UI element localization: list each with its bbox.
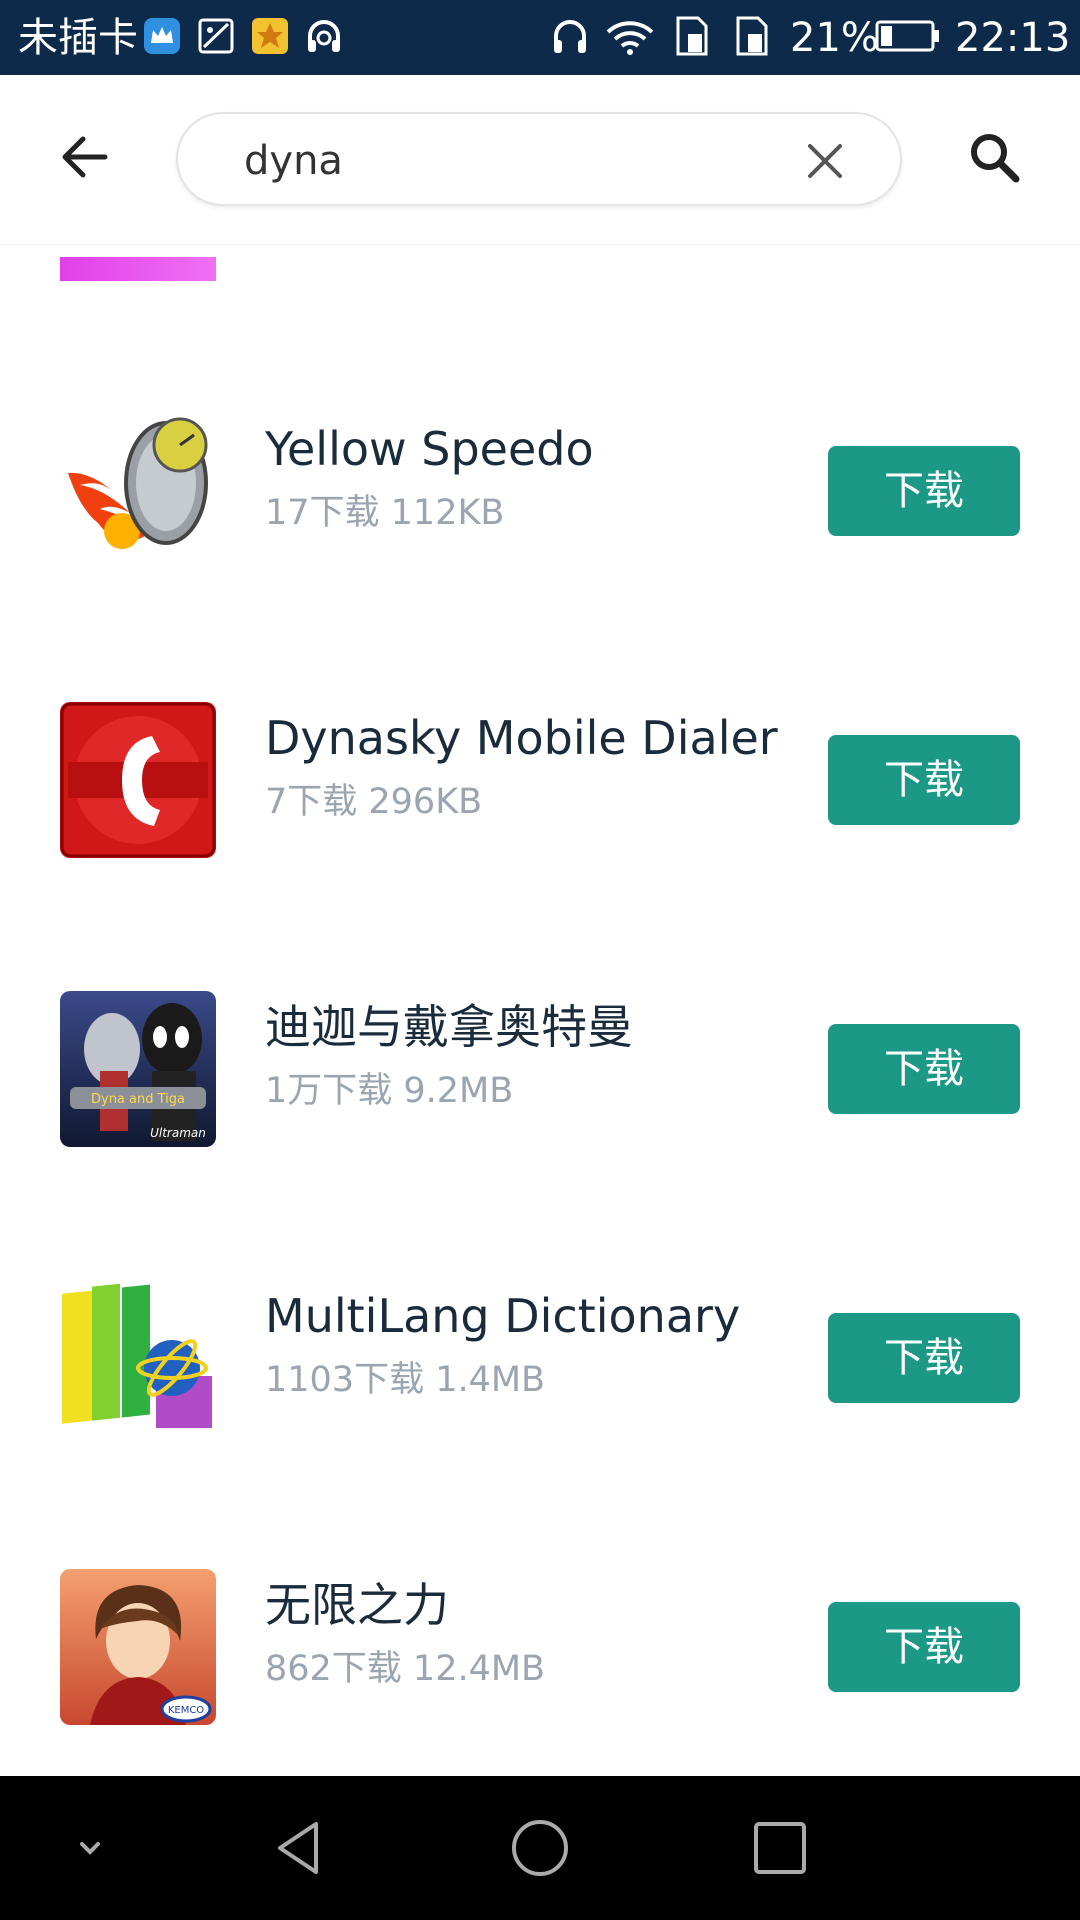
books-globe-icon xyxy=(62,1283,212,1428)
speedometer-flame-icon xyxy=(68,417,208,549)
star-badge-icon xyxy=(252,18,288,54)
music-headset-icon xyxy=(308,20,340,52)
anime-hero-icon: KEMCO xyxy=(60,1569,216,1725)
search-box xyxy=(176,112,902,206)
dyna-tiga-logo-text: Dyna and Tiga xyxy=(91,1092,185,1107)
download-button[interactable]: 下载 xyxy=(828,735,1020,825)
kemco-logo-text: KEMCO xyxy=(168,1705,204,1716)
ultraman-logo-text: Ultraman xyxy=(150,1126,206,1140)
app-name: 无限之力 xyxy=(265,1578,449,1632)
status-bar: 未插卡 21% 22:13 xyxy=(0,0,1080,75)
battery-icon xyxy=(875,20,939,52)
app-name: Dynasky Mobile Dialer xyxy=(265,711,778,765)
chevron-down-icon[interactable] xyxy=(58,1816,122,1880)
download-button[interactable]: 下载 xyxy=(828,1313,1020,1403)
search-input[interactable] xyxy=(244,136,804,186)
battery-percent: 21% xyxy=(790,15,879,61)
back-triangle-icon[interactable] xyxy=(268,1816,332,1880)
app-meta: 1万下载 9.2MB xyxy=(265,1071,514,1111)
search-header xyxy=(0,75,1080,245)
headphones-icon xyxy=(554,20,586,53)
carrier-label: 未插卡 xyxy=(18,15,138,61)
partial-app-icon[interactable] xyxy=(60,257,216,281)
search-results-list: Yellow Speedo 17下载 112KB 下载 Dynasky Mobi… xyxy=(0,245,1080,1775)
list-item[interactable]: Dyna and Tiga Ultraman 迪迦与戴拿奥特曼 1万下载 9.2… xyxy=(0,991,1080,1151)
sim-card-icon xyxy=(736,16,768,56)
app-name: 迪迦与戴拿奥特曼 xyxy=(265,1000,633,1054)
list-item[interactable]: KEMCO 无限之力 862下载 12.4MB 下载 xyxy=(0,1569,1080,1729)
app-meta: 862下载 12.4MB xyxy=(265,1649,546,1689)
ultraman-icon: Dyna and Tiga Ultraman xyxy=(60,991,216,1147)
red-phone-icon xyxy=(60,702,216,858)
list-item[interactable]: MultiLang Dictionary 1103下载 1.4MB 下载 xyxy=(0,1280,1080,1440)
download-button[interactable]: 下载 xyxy=(828,446,1020,536)
wifi-icon xyxy=(606,21,654,55)
home-circle-icon[interactable] xyxy=(508,1816,572,1880)
crown-icon xyxy=(144,18,180,54)
app-meta: 1103下载 1.4MB xyxy=(265,1360,546,1400)
app-meta: 7下载 296KB xyxy=(265,782,483,822)
search-icon[interactable] xyxy=(964,127,1024,187)
navigation-bar xyxy=(0,1776,1080,1920)
image-icon xyxy=(198,18,234,54)
download-button[interactable]: 下载 xyxy=(828,1602,1020,1692)
list-item[interactable]: Dynasky Mobile Dialer 7下载 296KB 下载 xyxy=(0,702,1080,862)
app-name: MultiLang Dictionary xyxy=(265,1289,741,1343)
sim-card-icon xyxy=(676,16,708,56)
back-arrow-icon[interactable] xyxy=(55,127,115,187)
app-name: Yellow Speedo xyxy=(265,422,594,476)
app-meta: 17下载 112KB xyxy=(265,493,505,533)
clock: 22:13 xyxy=(955,15,1071,61)
download-button[interactable]: 下载 xyxy=(828,1024,1020,1114)
list-item[interactable]: Yellow Speedo 17下载 112KB 下载 xyxy=(0,413,1080,573)
recents-square-icon[interactable] xyxy=(748,1816,812,1880)
clear-icon[interactable] xyxy=(800,136,850,186)
